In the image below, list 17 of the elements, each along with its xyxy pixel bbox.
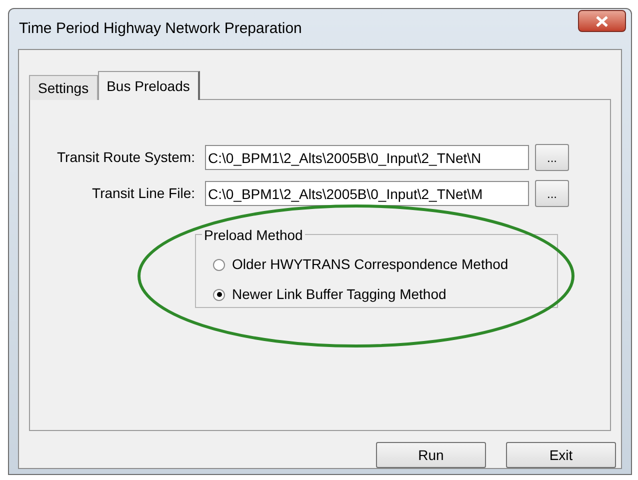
- path-field[interactable]: C:\0_BPM1\2_Alts\2005B\0_Input\2_TNet\M: [205, 181, 529, 206]
- dialog-button[interactable]: Run: [376, 442, 486, 468]
- path-field[interactable]: C:\0_BPM1\2_Alts\2005B\0_Input\2_TNet\N: [205, 145, 529, 170]
- radio-button[interactable]: [213, 288, 225, 300]
- field-label: Transit Line File:: [91, 184, 195, 203]
- radio-label[interactable]: Older HWYTRANS Correspondence Method: [232, 254, 508, 275]
- dialog-button[interactable]: Exit: [506, 442, 616, 468]
- radio-button[interactable]: [213, 258, 225, 270]
- window-title: Time Period Highway Network Preparation: [19, 18, 302, 39]
- tab[interactable]: Settings: [29, 75, 98, 100]
- close-icon: [596, 16, 608, 26]
- browse-button[interactable]: ...: [535, 144, 569, 171]
- field-label: Transit Route System:: [56, 148, 195, 167]
- tab[interactable]: Bus Preloads: [98, 71, 200, 100]
- close-button[interactable]: [578, 10, 626, 32]
- radio-label[interactable]: Newer Link Buffer Tagging Method: [232, 284, 446, 305]
- browse-button[interactable]: ...: [535, 180, 569, 207]
